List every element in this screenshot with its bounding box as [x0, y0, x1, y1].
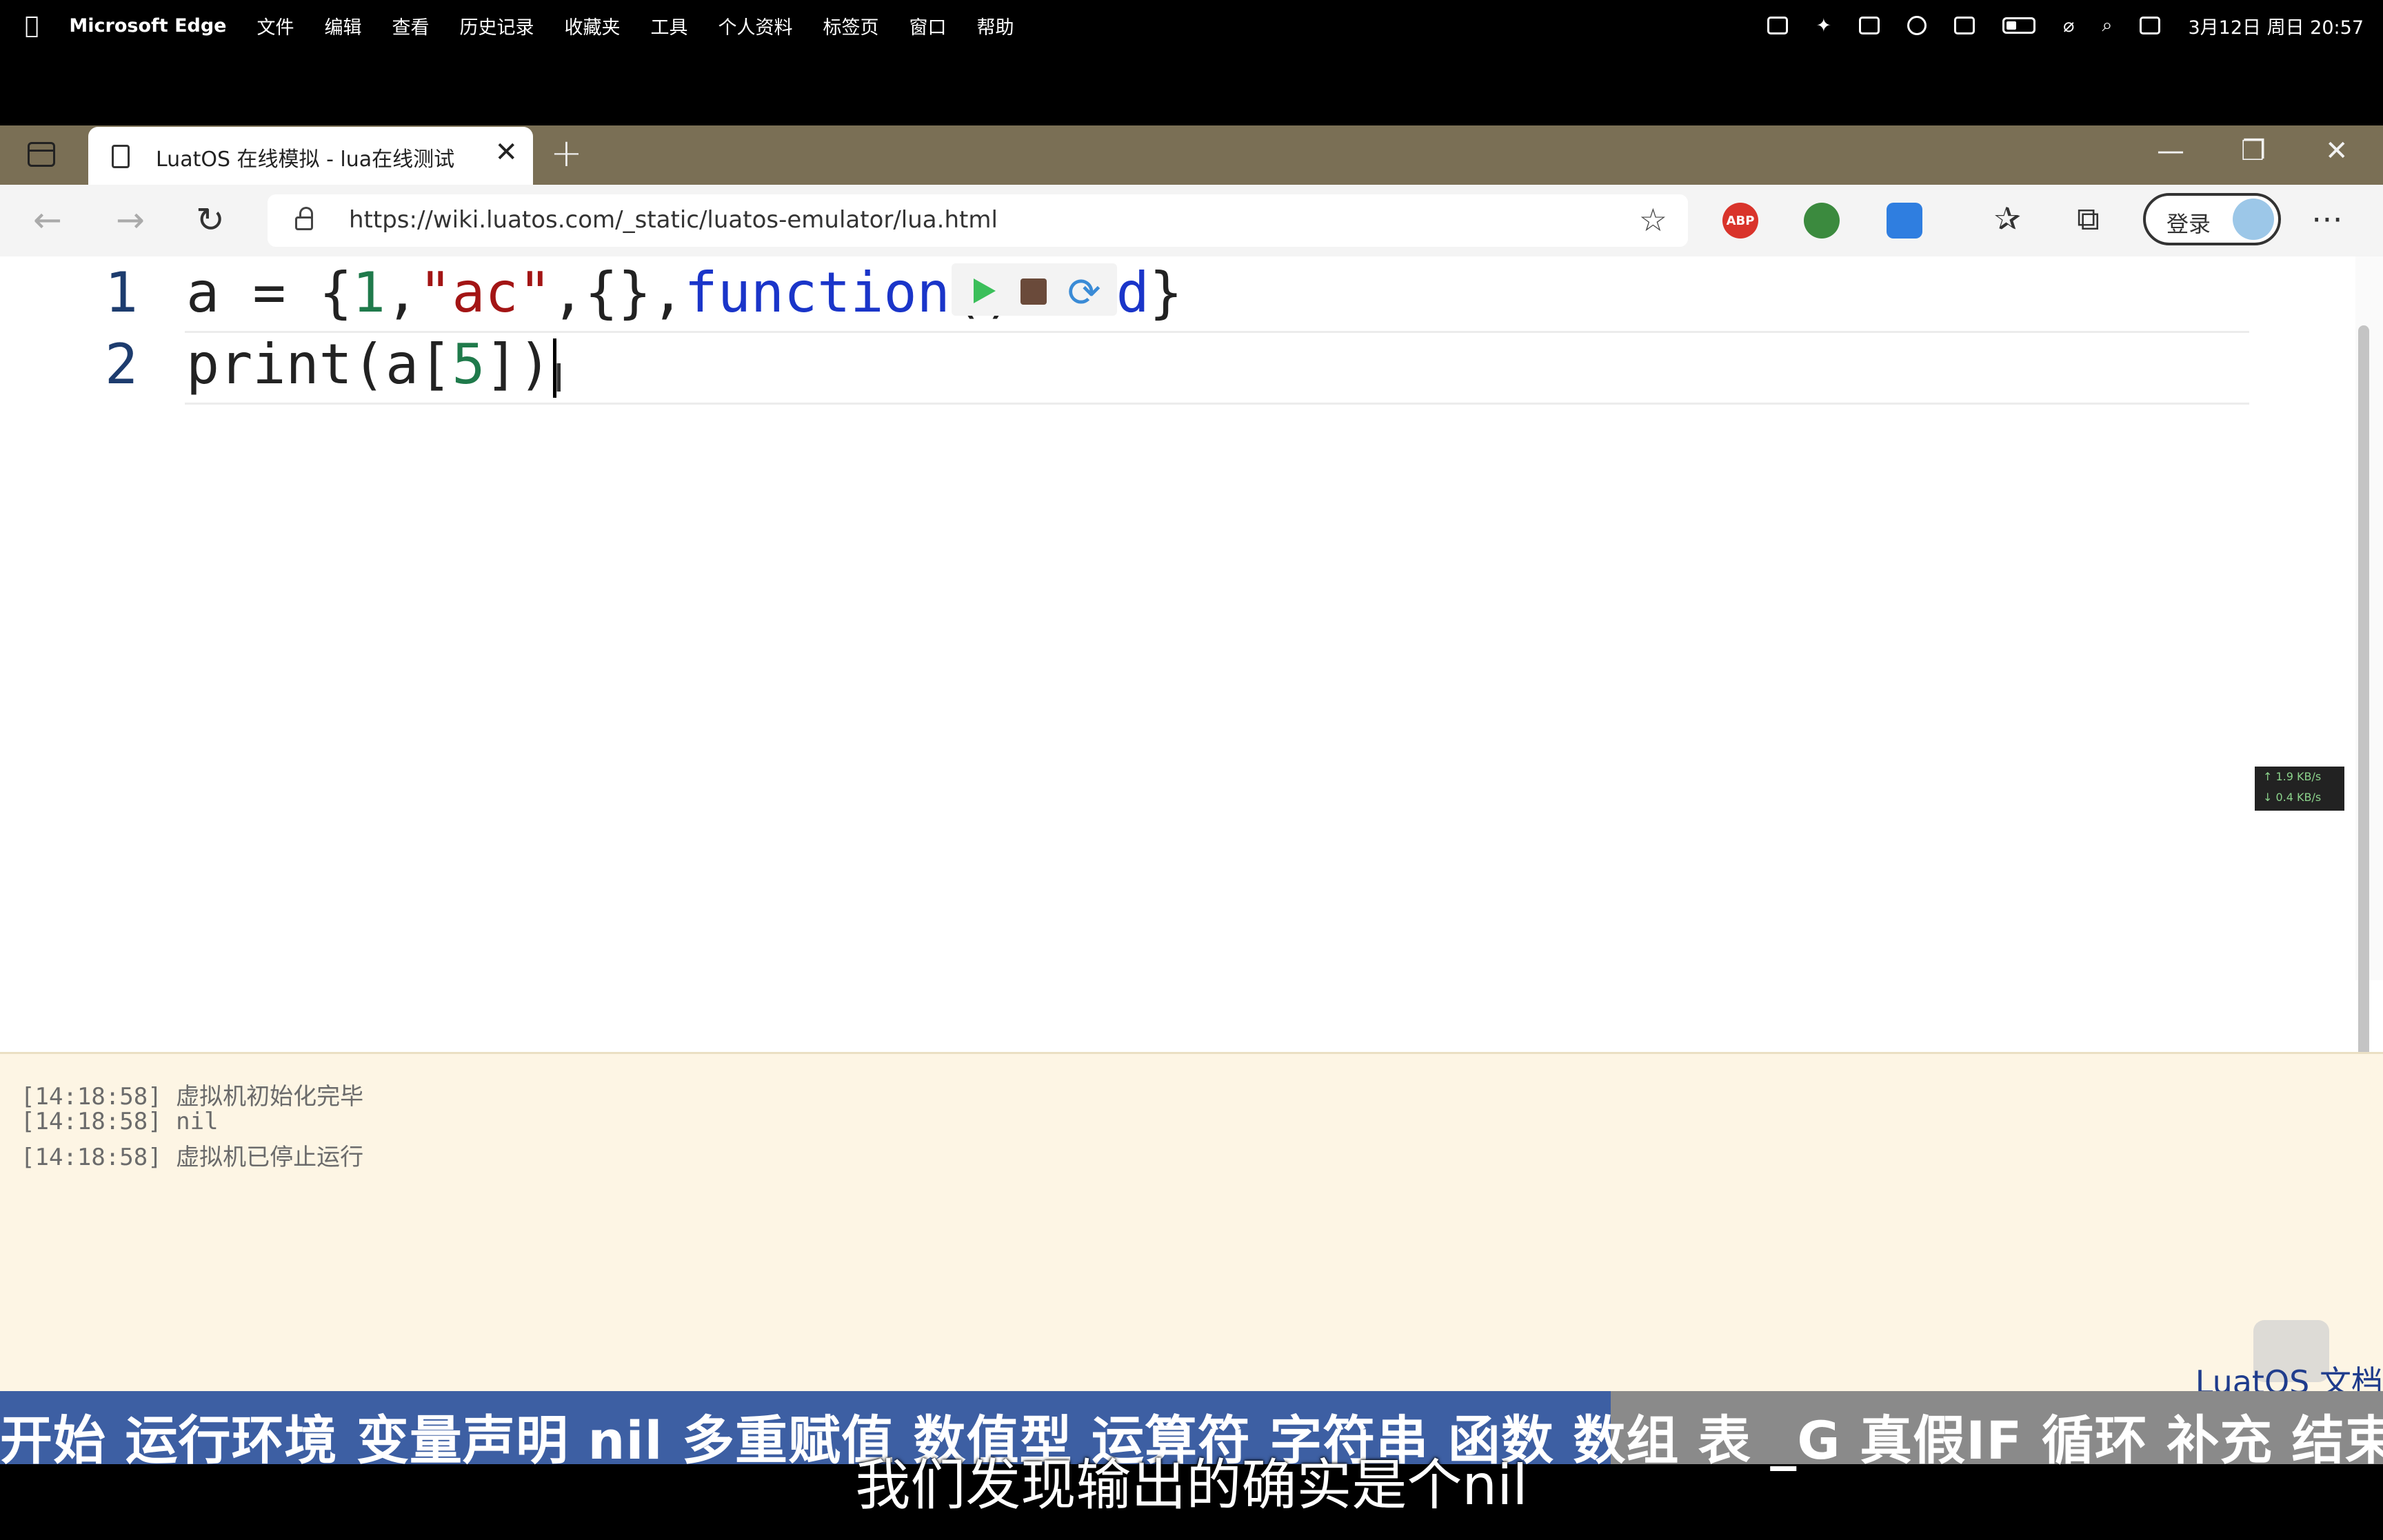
run-play-icon[interactable]	[974, 278, 996, 303]
menu-file[interactable]: 文件	[257, 12, 294, 39]
avatar	[2233, 199, 2274, 240]
run-stop-icon[interactable]	[1020, 278, 1047, 305]
status-app-icon[interactable]	[1767, 17, 1789, 34]
token-operator: =	[252, 261, 286, 325]
control-center-icon[interactable]	[2140, 17, 2161, 34]
menu-favorites[interactable]: 收藏夹	[564, 12, 620, 39]
adblock-extension-icon[interactable]: ABP	[1722, 203, 1758, 239]
line-divider	[185, 403, 2249, 405]
close-window-icon[interactable]: ✕	[2325, 135, 2349, 167]
more-menu-icon[interactable]: ⋯	[2311, 200, 2343, 237]
forward-icon[interactable]: →	[116, 200, 145, 240]
ibeam-cursor-icon: I	[553, 356, 565, 401]
token-string: "ac"	[419, 261, 552, 325]
browser-tab-bar: LuatOS 在线模拟 - lua在线测试 ✕ + — ❐ ✕	[0, 125, 2383, 185]
menu-app-name[interactable]: Microsoft Edge	[69, 15, 226, 37]
run-controls: ⟳	[952, 263, 1117, 316]
menu-view[interactable]: 查看	[392, 12, 429, 39]
token-brace: {	[319, 261, 352, 325]
apple-menu-icon[interactable]: 	[25, 12, 39, 39]
run-reload-icon[interactable]: ⟳	[1067, 269, 1101, 316]
token-table: {}	[585, 261, 652, 325]
spotlight-search-icon[interactable]: ⌕	[2102, 14, 2112, 37]
menu-help[interactable]: 帮助	[976, 12, 1014, 39]
token-comma: ,	[551, 261, 585, 325]
line-number: 2	[104, 332, 138, 396]
bookmark-status-icon[interactable]: ✦	[1816, 15, 1831, 37]
battery-icon[interactable]	[2002, 17, 2036, 34]
video-subtitle: 我们发现输出的确实是个nil	[855, 1453, 1528, 1517]
menu-tools[interactable]: 工具	[650, 12, 687, 39]
du-status-icon[interactable]	[1954, 17, 1975, 34]
lock-icon[interactable]	[295, 207, 313, 230]
browser-toolbar: ← → ↻ https://wiki.luatos.com/_static/lu…	[0, 185, 2383, 258]
network-speed-widget: ↑ 1.9 KB/s ↓ 0.4 KB/s	[2255, 767, 2344, 811]
menu-edit[interactable]: 编辑	[324, 12, 361, 39]
favorites-icon[interactable]: ✰	[1994, 200, 2021, 237]
token-close: ])	[485, 332, 552, 396]
new-tab-icon[interactable]: +	[550, 131, 583, 176]
url-text[interactable]: https://wiki.luatos.com/_static/luatos-e…	[349, 206, 998, 234]
download-speed: ↓ 0.4 KB/s	[2263, 791, 2322, 804]
menu-tabs[interactable]: 标签页	[823, 12, 878, 39]
log-line: [14:18:58] 虚拟机已停止运行	[21, 1144, 364, 1171]
address-bar[interactable]: https://wiki.luatos.com/_static/luatos-e…	[268, 194, 1688, 247]
token-function-call: print(	[186, 332, 385, 396]
menubar-clock[interactable]: 3月12日 周日 20:57	[2188, 12, 2364, 39]
token-brace: }	[1149, 261, 1183, 325]
window-status-icon[interactable]	[1859, 17, 1880, 34]
output-console: [14:18:58] 虚拟机初始化完毕 [14:18:58] nil [14:1…	[0, 1052, 2383, 1401]
play-status-icon[interactable]	[1907, 16, 1927, 35]
tab-luatos-emulator[interactable]: LuatOS 在线模拟 - lua在线测试 ✕	[88, 127, 533, 185]
signin-label: 登录	[2166, 211, 2211, 237]
tab-title: LuatOS 在线模拟 - lua在线测试	[156, 148, 455, 172]
wifi-off-icon[interactable]: ⌀	[2063, 15, 2074, 37]
menu-history[interactable]: 历史记录	[459, 12, 534, 39]
translate-extension-icon[interactable]	[1887, 203, 1922, 239]
code-editor[interactable]: 1 a = {1,"ac",{},function() end} ⟳ 2 pri…	[0, 256, 2383, 1235]
globe-extension-icon[interactable]	[1804, 203, 1840, 239]
token-comma: ,	[651, 261, 685, 325]
macos-menubar:  Microsoft Edge 文件 编辑 查看 历史记录 收藏夹 工具 个人…	[0, 0, 2383, 51]
collections-icon[interactable]: ⧉	[2077, 200, 2100, 239]
menu-profile[interactable]: 个人资料	[718, 12, 792, 39]
add-favorite-icon[interactable]: ☆	[1639, 201, 1667, 239]
upload-speed: ↑ 1.9 KB/s	[2263, 770, 2322, 783]
close-tab-icon[interactable]: ✕	[494, 136, 518, 168]
reload-icon[interactable]: ↻	[196, 200, 225, 240]
token-identifier: a	[186, 261, 220, 325]
token-comma: ,	[385, 261, 419, 325]
token-number: 5	[452, 332, 485, 396]
minimize-icon[interactable]: —	[2157, 135, 2184, 167]
log-line: [14:18:58] 虚拟机初始化完毕	[21, 1083, 364, 1111]
restore-icon[interactable]: ❐	[2241, 135, 2266, 167]
token-index: a[	[385, 332, 452, 396]
tab-actions-icon[interactable]	[28, 142, 55, 167]
log-line: [14:18:58] nil	[21, 1108, 219, 1135]
menu-window[interactable]: 窗口	[909, 12, 946, 39]
signin-button[interactable]: 登录	[2143, 193, 2281, 245]
back-icon[interactable]: ←	[33, 200, 62, 240]
page-icon	[112, 145, 130, 168]
token-keyword-function: function	[684, 261, 950, 325]
token-number: 1	[352, 261, 386, 325]
code-text[interactable]: print(a[5])	[186, 332, 556, 398]
line-number: 1	[104, 261, 138, 325]
